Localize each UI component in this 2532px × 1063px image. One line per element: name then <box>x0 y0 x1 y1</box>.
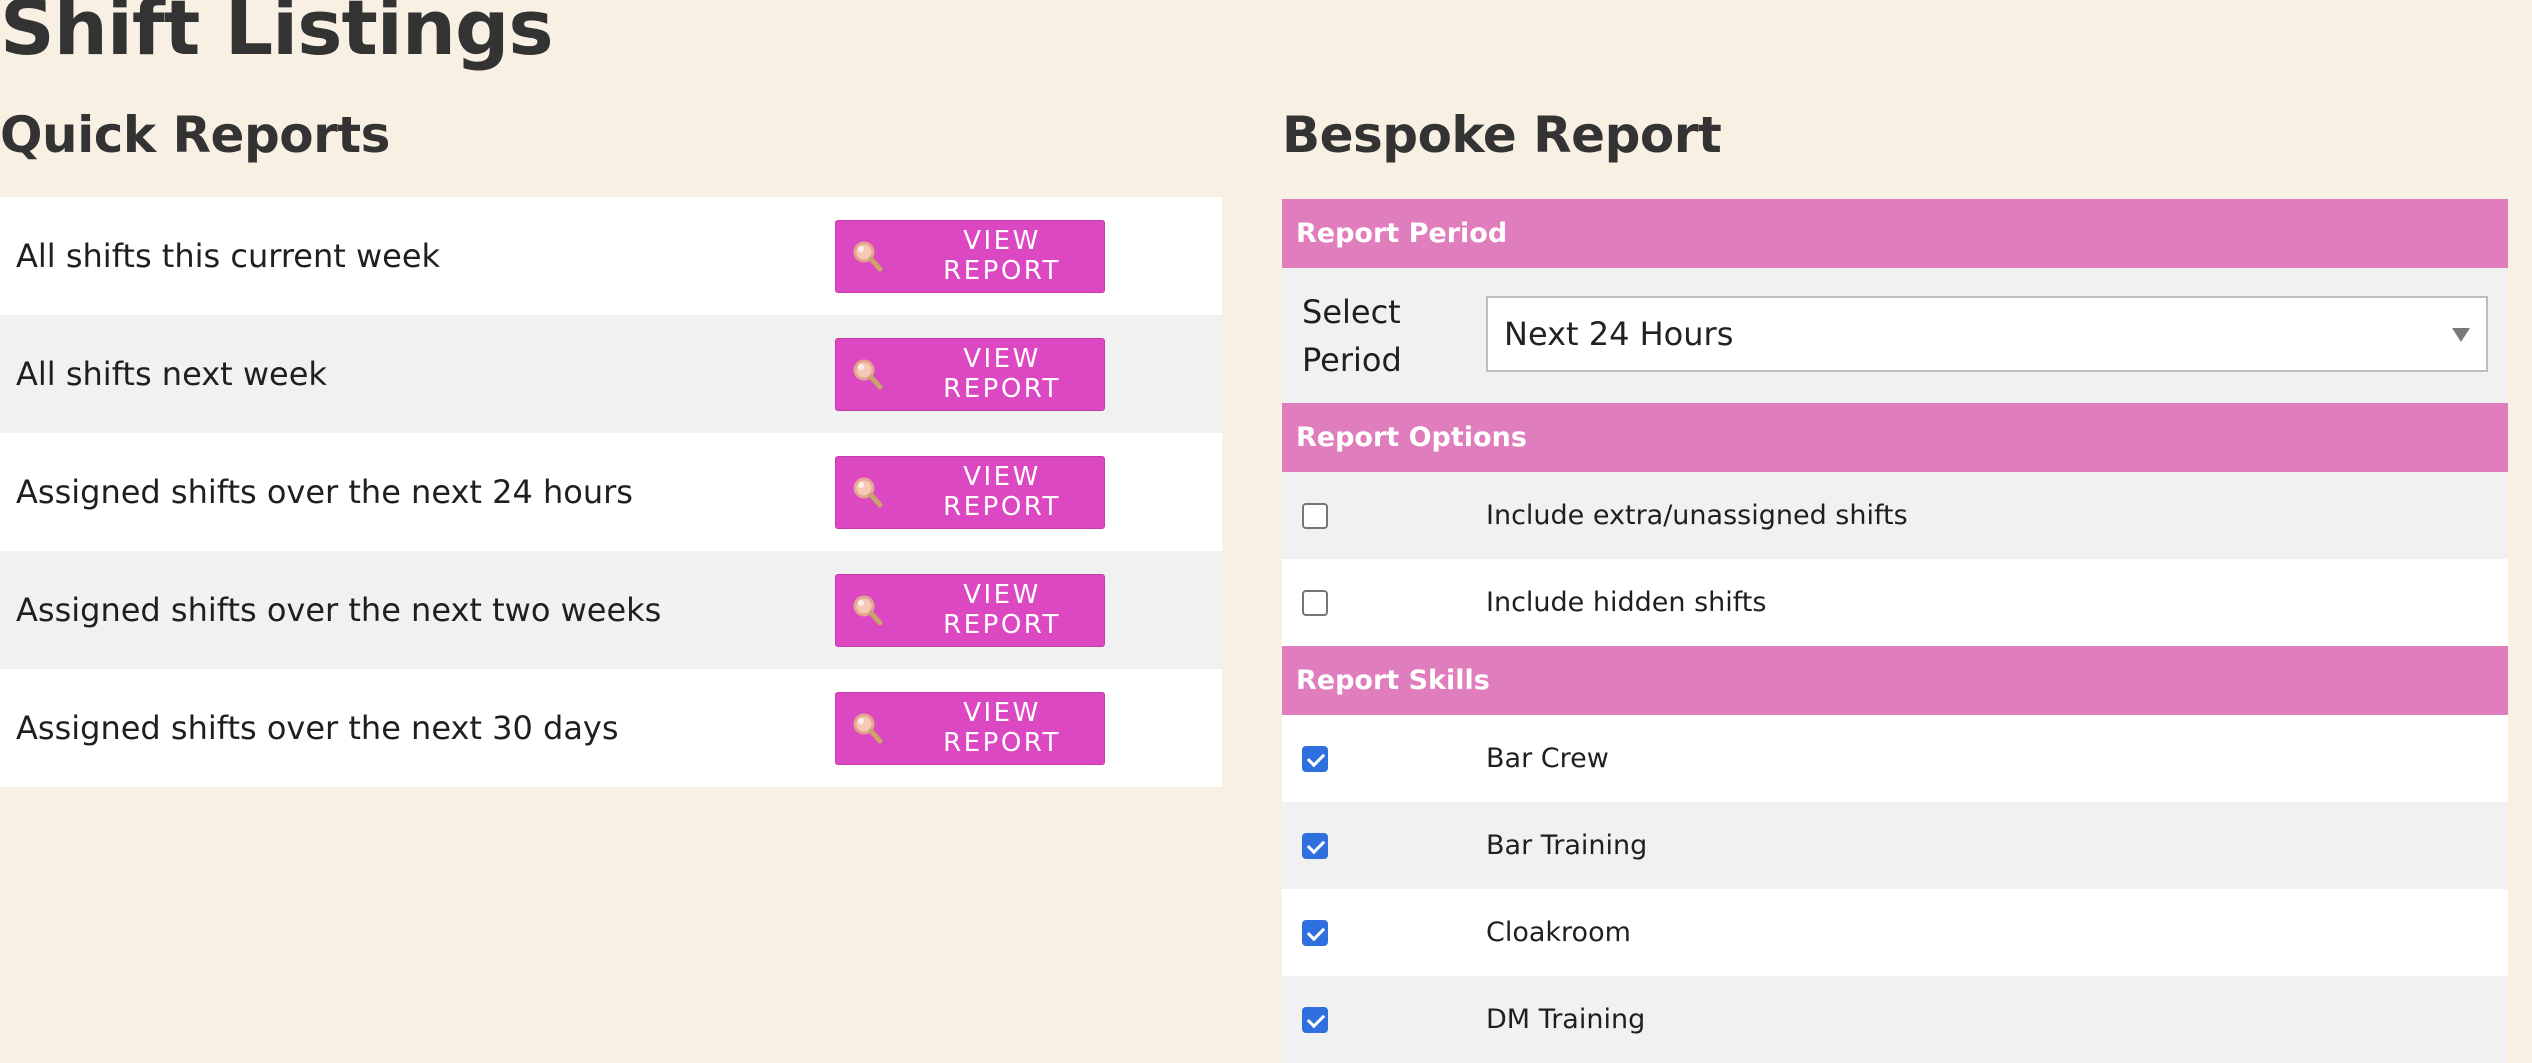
option-label: Include hidden shifts <box>1486 587 1767 618</box>
skill-checkbox-bar-crew[interactable] <box>1302 745 1328 772</box>
quick-report-label: Assigned shifts over the next 30 days <box>16 709 619 747</box>
option-row: Include extra/unassigned shifts <box>1282 472 2508 559</box>
period-select-value: Next 24 Hours <box>1504 315 1734 353</box>
magnifier-icon <box>850 711 884 745</box>
chevron-down-icon <box>2452 328 2470 342</box>
skill-checkbox-bar-training[interactable] <box>1302 832 1328 859</box>
skill-checkbox-cloakroom[interactable] <box>1302 919 1328 946</box>
quick-report-row: All shifts this current week VIEW REPORT <box>0 197 1222 315</box>
quick-report-row: Assigned shifts over the next two weeks … <box>0 551 1222 669</box>
view-report-label: VIEW REPORT <box>943 226 1061 286</box>
skill-label: Cloakroom <box>1486 917 1631 948</box>
view-report-label: VIEW REPORT <box>943 698 1061 758</box>
skill-row: Bar Crew <box>1282 715 2508 802</box>
report-options-header: Report Options <box>1282 403 2508 472</box>
magnifier-icon <box>850 357 884 391</box>
select-period-label: Select Period <box>1302 293 1402 379</box>
report-skills-header: Report Skills <box>1282 646 2508 715</box>
skill-label: Bar Crew <box>1486 743 1609 774</box>
bespoke-report-form: Report Period Select Period Next 24 Hour… <box>1282 199 2508 1063</box>
skill-row: DM Training <box>1282 976 2508 1063</box>
quick-report-label: Assigned shifts over the next 24 hours <box>16 473 633 511</box>
quick-reports-table: All shifts this current week VIEW REPORT… <box>0 197 1222 787</box>
view-report-button[interactable]: VIEW REPORT <box>835 691 1105 765</box>
quick-report-label: Assigned shifts over the next two weeks <box>16 591 662 629</box>
magnifier-icon <box>850 593 884 627</box>
view-report-button[interactable]: VIEW REPORT <box>835 573 1105 647</box>
page-title: Shift Listings <box>0 0 554 72</box>
include-hidden-checkbox[interactable] <box>1302 589 1328 616</box>
view-report-button[interactable]: VIEW REPORT <box>835 455 1105 529</box>
report-period-row: Select Period Next 24 Hours <box>1282 268 2508 403</box>
period-select[interactable]: Next 24 Hours <box>1486 296 2488 372</box>
include-extra-checkbox[interactable] <box>1302 502 1328 529</box>
view-report-label: VIEW REPORT <box>943 580 1061 640</box>
option-label: Include extra/unassigned shifts <box>1486 500 1908 531</box>
quick-reports-title: Quick Reports <box>0 106 390 164</box>
option-row: Include hidden shifts <box>1282 559 2508 646</box>
bespoke-report-title: Bespoke Report <box>1282 106 1722 164</box>
view-report-label: VIEW REPORT <box>943 344 1061 404</box>
skill-row: Bar Training <box>1282 802 2508 889</box>
quick-report-row: Assigned shifts over the next 24 hours V… <box>0 433 1222 551</box>
view-report-button[interactable]: VIEW REPORT <box>835 337 1105 411</box>
skill-label: DM Training <box>1486 1004 1646 1035</box>
view-report-button[interactable]: VIEW REPORT <box>835 219 1105 293</box>
quick-report-row: Assigned shifts over the next 30 days VI… <box>0 669 1222 787</box>
skill-row: Cloakroom <box>1282 889 2508 976</box>
quick-report-row: All shifts next week VIEW REPORT <box>0 315 1222 433</box>
report-period-header: Report Period <box>1282 199 2508 268</box>
skill-label: Bar Training <box>1486 830 1648 861</box>
skill-checkbox-dm-training[interactable] <box>1302 1006 1328 1033</box>
view-report-label: VIEW REPORT <box>943 462 1061 522</box>
magnifier-icon <box>850 475 884 509</box>
quick-report-label: All shifts next week <box>16 355 327 393</box>
quick-report-label: All shifts this current week <box>16 237 441 275</box>
magnifier-icon <box>850 239 884 273</box>
